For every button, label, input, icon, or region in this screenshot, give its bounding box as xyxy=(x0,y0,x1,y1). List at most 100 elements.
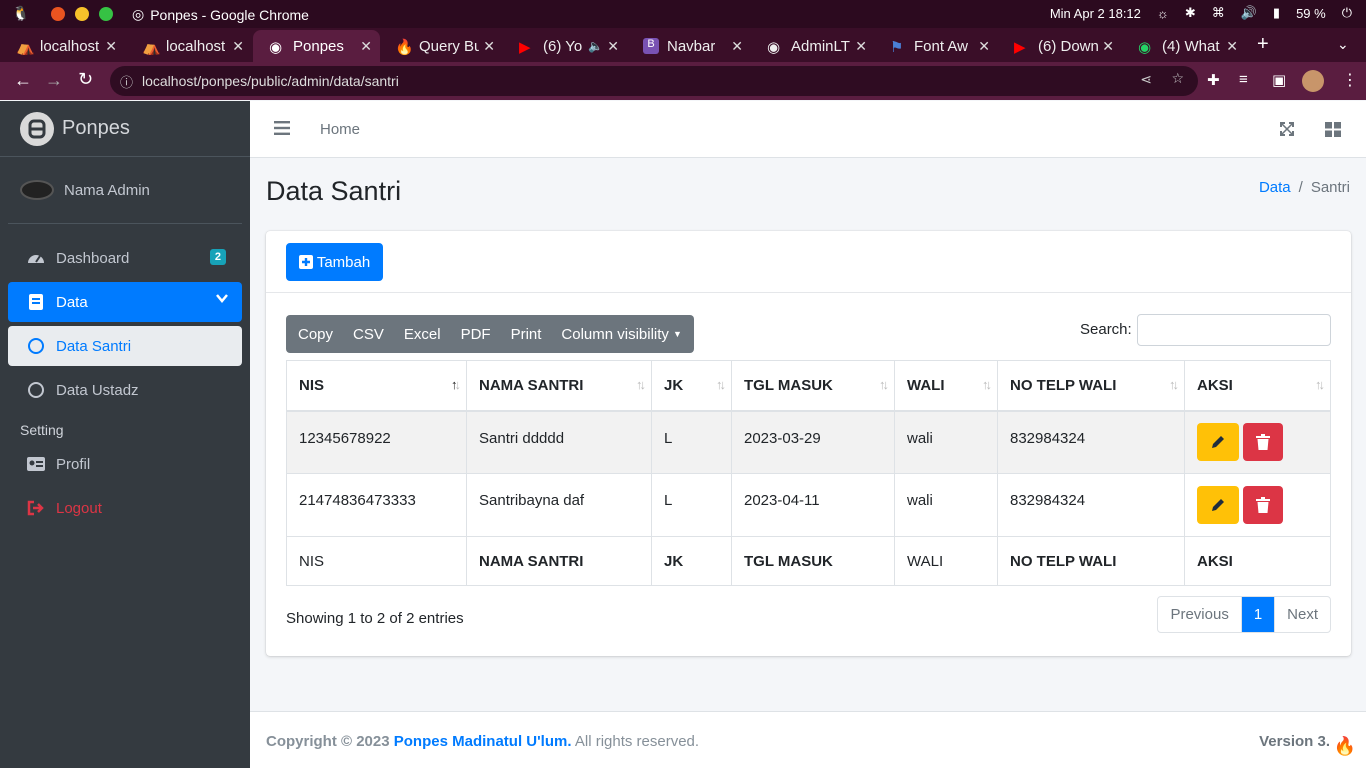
sidebar-item-dashboard[interactable]: Dashboard 2 xyxy=(8,238,242,278)
pdf-button[interactable]: PDF xyxy=(451,315,501,353)
info-icon[interactable]: ⓘ xyxy=(120,72,133,91)
edit-button[interactable] xyxy=(1197,486,1239,524)
sidebar-nav: Dashboard 2 Data Data Santri Data Ustadz… xyxy=(0,224,250,528)
address-bar[interactable]: ⓘ localhost/ponpes/public/admin/data/san… xyxy=(110,66,1198,96)
profile-avatar[interactable] xyxy=(1302,70,1324,92)
brand-link[interactable]: Ponpes xyxy=(0,101,250,157)
edit-button[interactable] xyxy=(1197,423,1239,462)
codeigniter-icon: ⛺ xyxy=(16,39,35,56)
extensions-icon[interactable]: ✚ xyxy=(1207,71,1220,89)
sort-icon: ↑↓ xyxy=(1169,377,1179,392)
maximize-window-button[interactable] xyxy=(99,6,114,21)
trash-icon xyxy=(1256,434,1270,451)
close-tab-icon[interactable]: ✕ xyxy=(1102,38,1114,55)
close-tab-icon[interactable]: ✕ xyxy=(731,38,743,55)
power-menu-icon[interactable]: ⏻ xyxy=(1342,5,1352,21)
copy-button[interactable]: Copy xyxy=(286,315,343,353)
clock[interactable]: Min Apr 2 18:12 xyxy=(1050,6,1141,21)
sign-out-icon xyxy=(26,498,46,518)
pagination-previous[interactable]: Previous xyxy=(1158,597,1242,632)
bluetooth-icon[interactable]: ✱ xyxy=(1185,5,1196,21)
control-sidebar-icon[interactable] xyxy=(1325,122,1341,137)
breadcrumb-link-data[interactable]: Data xyxy=(1259,179,1291,196)
column-header-no-telp-wali[interactable]: NO TELP WALI ↑↓ xyxy=(997,360,1185,412)
media-queue-icon[interactable]: ≡ xyxy=(1239,71,1248,88)
sidebar-item-profil[interactable]: Profil xyxy=(8,444,242,484)
battery-level: 59 % xyxy=(1296,5,1326,21)
tab-search-chevron-icon[interactable]: ⌄ xyxy=(1337,36,1349,53)
pagination-next[interactable]: Next xyxy=(1275,597,1330,632)
sidebar-item-data[interactable]: Data xyxy=(8,282,242,322)
sidebar-header-setting: Setting xyxy=(20,422,64,438)
cell-nis: 12345678922 xyxy=(286,410,467,474)
excel-button[interactable]: Excel xyxy=(394,315,451,353)
delete-button[interactable] xyxy=(1243,423,1283,462)
audio-playing-icon[interactable]: 🔈 xyxy=(588,39,603,53)
column-header-tgl-masuk[interactable]: TGL MASUK ↑↓ xyxy=(731,360,895,412)
browser-tab[interactable]: B Navbar ✕ xyxy=(627,30,751,62)
close-tab-icon[interactable]: ✕ xyxy=(232,38,244,55)
hamburger-menu-icon[interactable] xyxy=(274,121,290,135)
browser-tab[interactable]: ⛺ localhost ✕ xyxy=(0,30,125,62)
fullscreen-icon[interactable] xyxy=(1280,122,1294,136)
new-tab-icon[interactable]: + xyxy=(1257,33,1269,56)
user-panel[interactable]: Nama Admin xyxy=(8,157,242,224)
browser-menu-icon[interactable]: ⋮ xyxy=(1342,70,1358,90)
search-input[interactable] xyxy=(1137,314,1331,346)
browser-tab[interactable]: ◉ AdminLT ✕ xyxy=(751,30,875,62)
browser-tab-active[interactable]: ◉ Ponpes ✕ xyxy=(253,30,380,62)
close-tab-icon[interactable]: ✕ xyxy=(855,38,867,55)
share-icon[interactable]: ⋖ xyxy=(1140,71,1152,88)
column-visibility-button[interactable]: Column visibility ▼ xyxy=(551,315,693,353)
minimize-window-button[interactable] xyxy=(75,6,90,21)
battery-icon[interactable]: ▮ xyxy=(1273,5,1280,21)
csv-button[interactable]: CSV xyxy=(343,315,394,353)
close-window-button[interactable] xyxy=(51,6,66,21)
forward-arrow-icon[interactable]: → xyxy=(45,70,63,91)
column-header-nis[interactable]: NIS ↑↓ xyxy=(286,360,467,412)
sort-icon: ↑↓ xyxy=(1315,377,1325,392)
card-header: Tambah xyxy=(266,231,1351,293)
pagination-page[interactable]: 1 xyxy=(1241,597,1276,632)
column-header-nama-santri[interactable]: NAMA SANTRI ↑↓ xyxy=(466,360,652,412)
sidebar-item-logout[interactable]: Logout xyxy=(8,488,242,528)
cell-jk: L xyxy=(651,473,732,537)
close-tab-icon[interactable]: ✕ xyxy=(607,38,619,55)
close-tab-icon[interactable]: ✕ xyxy=(483,38,495,55)
org-link[interactable]: Ponpes Madinatul U'lum. xyxy=(394,733,572,750)
close-tab-icon[interactable]: ✕ xyxy=(978,38,990,55)
browser-tab[interactable]: ▶ (6) Down ✕ xyxy=(998,30,1122,62)
column-header-aksi[interactable]: AKSI ↑↓ xyxy=(1184,360,1331,412)
browser-tab[interactable]: ▶ (6) Yo 🔈 ✕ xyxy=(503,30,627,62)
chrome-icon: ◎ xyxy=(132,6,145,22)
print-button[interactable]: Print xyxy=(501,315,552,353)
close-tab-icon[interactable]: ✕ xyxy=(105,38,117,55)
add-santri-button[interactable]: Tambah xyxy=(286,243,383,281)
brand-logo xyxy=(20,111,54,146)
reload-icon[interactable]: ↻ xyxy=(78,69,93,90)
close-tab-icon[interactable]: ✕ xyxy=(1226,38,1238,55)
back-arrow-icon[interactable]: ← xyxy=(14,70,32,91)
breadcrumb-separator: / xyxy=(1298,179,1303,196)
brightness-icon[interactable]: ☼ xyxy=(1157,6,1169,21)
sort-asc-icon: ↑↓ xyxy=(451,377,461,392)
side-panel-icon[interactable]: ▣ xyxy=(1272,71,1286,89)
column-header-jk[interactable]: JK ↑↓ xyxy=(651,360,732,412)
browser-tab[interactable]: ◉ (4) What ✕ xyxy=(1122,30,1246,62)
nav-home-link[interactable]: Home xyxy=(320,121,360,138)
bookmark-star-icon[interactable]: ☆ xyxy=(1171,70,1184,87)
volume-icon[interactable]: 🔊 xyxy=(1241,5,1257,21)
id-card-icon xyxy=(26,454,46,474)
browser-tab[interactable]: ⛺ localhost ✕ xyxy=(126,30,252,62)
network-icon[interactable]: ⌘ xyxy=(1212,5,1225,21)
codeigniter-flame-icon[interactable]: 🔥 xyxy=(1334,736,1356,757)
sidebar-item-data-ustadz[interactable]: Data Ustadz xyxy=(8,370,242,410)
browser-tab[interactable]: ⚑ Font Aw ✕ xyxy=(874,30,998,62)
sidebar-item-data-santri[interactable]: Data Santri xyxy=(8,326,242,366)
close-tab-icon[interactable]: ✕ xyxy=(360,38,372,55)
browser-tab[interactable]: 🔥 Query Bu ✕ xyxy=(379,30,503,62)
footer-no-telp-wali: NO TELP WALI xyxy=(997,536,1185,586)
delete-button[interactable] xyxy=(1243,486,1283,524)
column-header-wali[interactable]: WALI ↑↓ xyxy=(894,360,998,412)
cell-wali: wali xyxy=(894,410,998,474)
